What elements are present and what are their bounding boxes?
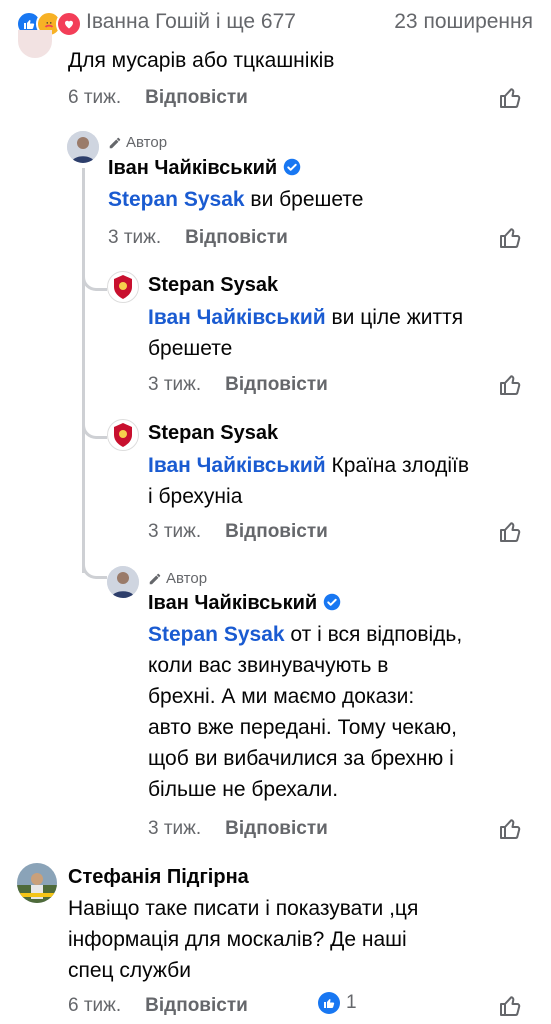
comment-body: інформація для москалів? Де наші	[68, 928, 407, 951]
comment-time[interactable]: 3 тиж.	[108, 227, 161, 248]
thread-line	[82, 168, 85, 573]
like-icon[interactable]	[498, 226, 522, 250]
comment-body: ви ціле життя	[325, 306, 464, 329]
shares-count[interactable]: 23 поширення	[394, 10, 533, 34]
avatar[interactable]	[107, 566, 139, 598]
reply-button[interactable]: Відповісти	[225, 521, 328, 542]
mention-link[interactable]: Stepan Sysak	[108, 188, 245, 211]
avatar[interactable]	[18, 30, 52, 58]
comment-body: Навіщо таке писати і показувати ,ця	[68, 897, 419, 920]
like-icon[interactable]	[498, 86, 522, 110]
avatar[interactable]	[107, 271, 139, 303]
comment-time[interactable]: 6 тиж.	[68, 87, 121, 108]
comment-body: і брехуніа	[148, 485, 243, 508]
like-reaction-icon	[318, 992, 340, 1014]
reply-button[interactable]: Відповісти	[225, 374, 328, 395]
author-tag-label: Автор	[166, 570, 208, 587]
comment-meta: 6 тиж. Відповісти	[68, 995, 248, 1017]
mention-link[interactable]: Іван Чайківський	[148, 454, 326, 477]
love-reaction-icon	[56, 11, 82, 37]
author-name[interactable]: Stepan Sysak	[148, 422, 278, 445]
reactions-bar[interactable]: Іванна Гошій і ще 677 23 поширення	[0, 0, 551, 44]
author-name[interactable]: Іван Чайківський	[108, 157, 277, 179]
pencil-icon	[109, 137, 121, 148]
comment-time[interactable]: 3 тиж.	[148, 521, 201, 542]
pencil-icon	[149, 573, 161, 584]
comment-time[interactable]: 3 тиж.	[148, 818, 201, 839]
like-icon[interactable]	[498, 373, 522, 397]
comment-text: Іван Чайківський ви ціле життя брешете	[148, 302, 528, 364]
comment-text: Іван Чайківський Країна злодіїв і брехуні…	[148, 450, 528, 512]
author-name[interactable]: Stepan Sysak	[148, 274, 278, 297]
comment-body: спец служби	[68, 959, 191, 982]
verified-badge-icon	[283, 158, 301, 176]
comment-body: більше не брехали.	[148, 778, 339, 801]
comment-text: Stepan Sysak от і вся відповідь, коли ва…	[148, 619, 538, 805]
avatar[interactable]	[67, 131, 99, 163]
comment-meta: 3 тиж. Відповісти	[108, 227, 288, 249]
reply-button[interactable]: Відповісти	[145, 87, 248, 108]
reply-button[interactable]: Відповісти	[145, 995, 248, 1016]
comment-author[interactable]: Іван Чайківський	[108, 157, 301, 180]
mention-link[interactable]: Іван Чайківський	[148, 306, 326, 329]
comment-meta: 3 тиж. Відповісти	[148, 374, 328, 396]
reaction-count[interactable]: 1	[318, 992, 357, 1014]
author-badge: Автор	[148, 570, 207, 587]
comment-body: коли вас звинувачують в	[148, 654, 389, 677]
like-icon[interactable]	[498, 994, 522, 1018]
comment-meta: 3 тиж. Відповісти	[148, 521, 328, 543]
comment-time[interactable]: 3 тиж.	[148, 374, 201, 395]
comment-body: брешете	[148, 337, 233, 360]
comment-body: щоб ви вибачилися за брехню і	[148, 747, 454, 770]
comment-body: Країна злодіїв	[325, 454, 470, 477]
thread-connector	[82, 560, 107, 579]
thread-connector	[82, 272, 107, 291]
mention-link[interactable]: Stepan Sysak	[148, 623, 285, 646]
comment-text: Навіщо таке писати і показувати ,ця інфо…	[68, 893, 538, 986]
comment-meta: 6 тиж. Відповісти	[68, 87, 248, 109]
avatar[interactable]	[17, 863, 57, 903]
comment-body: авто вже передані. Тому чекаю,	[148, 716, 457, 739]
comment-meta: 3 тиж. Відповісти	[148, 818, 328, 840]
comment-author[interactable]: Іван Чайківський	[148, 592, 341, 615]
comment-text: Stepan Sysak ви брешете	[108, 184, 363, 215]
comment-body: брехні. А ми маємо докази:	[148, 685, 415, 708]
reply-button[interactable]: Відповісти	[185, 227, 288, 248]
author-badge: Автор	[108, 134, 167, 151]
avatar[interactable]	[107, 419, 139, 451]
verified-badge-icon	[323, 593, 341, 611]
like-icon[interactable]	[498, 817, 522, 841]
reply-button[interactable]: Відповісти	[225, 818, 328, 839]
author-name[interactable]: Стефанія Підгірна	[68, 866, 249, 889]
author-tag-label: Автор	[126, 134, 168, 151]
author-name[interactable]: Іван Чайківський	[148, 592, 317, 614]
reactors-summary[interactable]: Іванна Гошій і ще 677	[86, 10, 296, 34]
comment-body: от і вся відповідь,	[284, 623, 463, 646]
like-count: 1	[346, 992, 357, 1013]
comment-time[interactable]: 6 тиж.	[68, 995, 121, 1016]
like-icon[interactable]	[498, 520, 522, 544]
comment-text: Для мусарів або тцкашніків	[68, 49, 335, 72]
thread-connector	[82, 420, 107, 439]
comment-body: ви брешете	[244, 188, 364, 211]
